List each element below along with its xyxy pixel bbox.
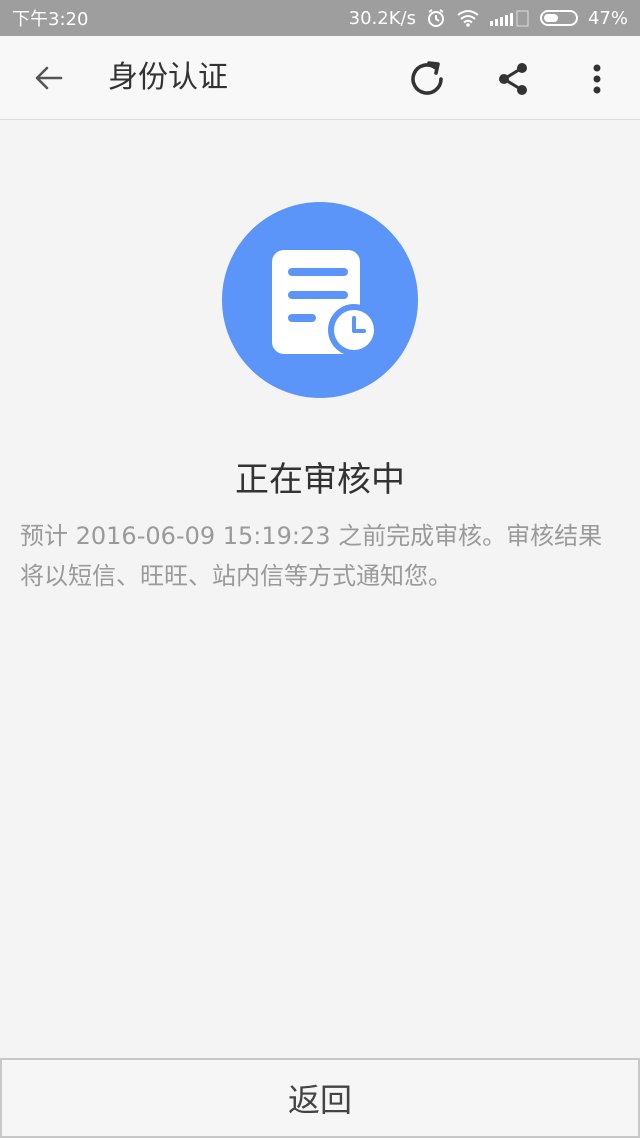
return-button-label: 返回: [287, 1081, 352, 1119]
back-button[interactable]: [26, 58, 72, 98]
battery-icon: [539, 10, 578, 26]
refresh-icon: [411, 61, 443, 95]
more-vert-icon: [593, 64, 601, 94]
status-bar: 下午3:20 30.2K/s 47%: [0, 0, 640, 36]
share-button[interactable]: [488, 54, 538, 104]
more-options-button[interactable]: [572, 54, 622, 104]
screen: 下午3:20 30.2K/s 47% 身份认证 正在审核中 预计 2016-06…: [0, 0, 640, 1138]
share-icon: [499, 63, 527, 95]
refresh-button[interactable]: [402, 54, 452, 104]
signal-icon: [489, 9, 530, 27]
battery-percent: 47%: [587, 7, 628, 29]
document-clock-icon: [272, 250, 380, 356]
app-bar: 身份认证: [0, 36, 640, 120]
back-arrow-icon: [35, 66, 63, 90]
review-status-badge: [222, 202, 418, 398]
review-message: 预计 2016-06-09 15:19:23 之前完成审核。审核结果将以短信、旺…: [20, 522, 603, 590]
wifi-icon: [456, 9, 480, 27]
network-speed: 30.2K/s: [348, 7, 416, 29]
alarm-icon: [426, 8, 446, 28]
page-title: 身份认证: [108, 60, 228, 95]
status-time: 下午3:20: [12, 9, 89, 30]
return-button[interactable]: 返回: [0, 1058, 640, 1138]
review-heading: 正在审核中: [235, 460, 405, 500]
main-content: 正在审核中 预计 2016-06-09 15:19:23 之前完成审核。审核结果…: [0, 120, 640, 1058]
